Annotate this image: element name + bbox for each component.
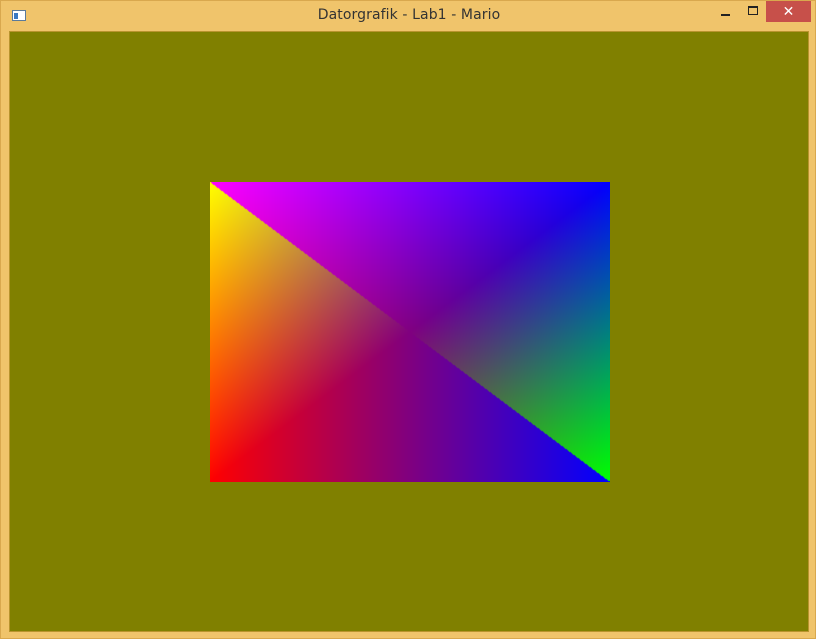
minimize-button[interactable]	[712, 1, 739, 22]
render-canvas[interactable]	[9, 31, 809, 632]
maximize-icon	[747, 6, 758, 15]
window-title: Datorgrafik - Lab1 - Mario	[317, 7, 501, 23]
close-button[interactable]: ✕	[766, 1, 811, 22]
minimize-icon	[721, 13, 730, 16]
close-icon: ✕	[782, 3, 795, 20]
maximize-button[interactable]	[739, 1, 766, 22]
app-window: Datorgrafik - Lab1 - Mario ✕	[0, 0, 816, 639]
gradient-quad	[210, 182, 610, 482]
title-bar[interactable]: Datorgrafik - Lab1 - Mario ✕	[1, 1, 816, 31]
